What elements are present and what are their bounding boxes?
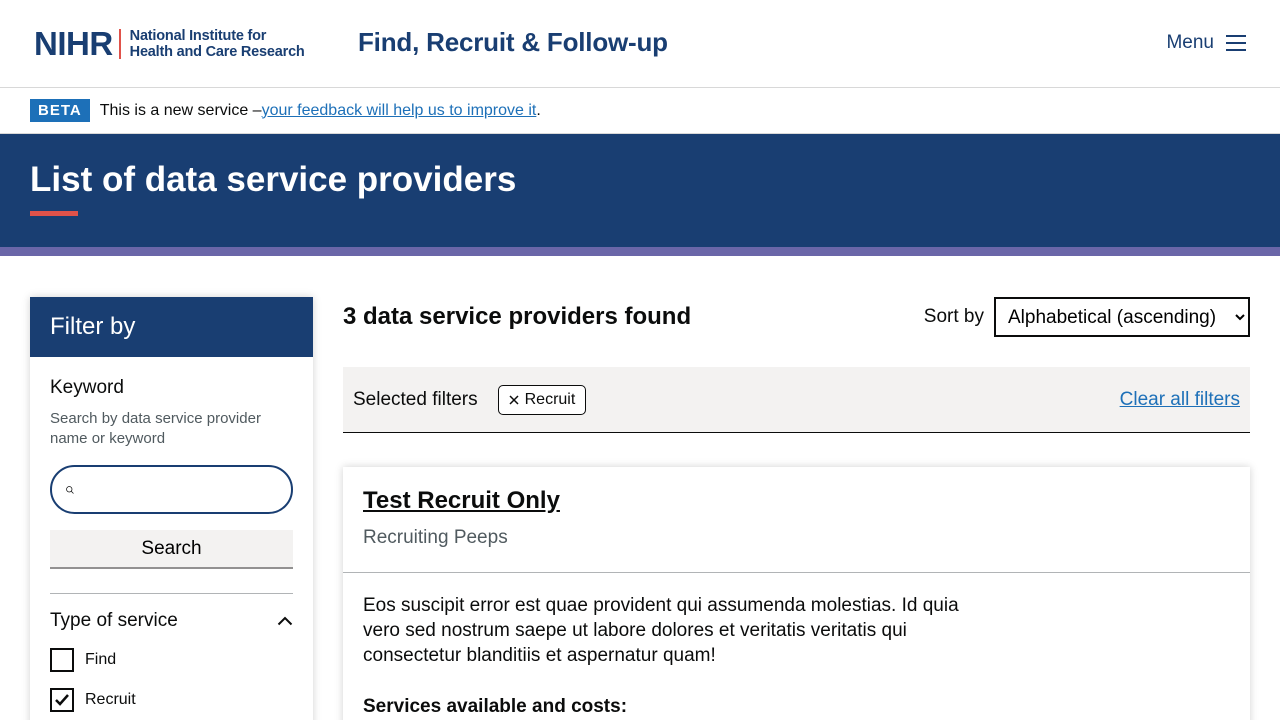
- logo-divider: [118, 29, 121, 59]
- sort-label: Sort by: [923, 306, 984, 327]
- close-icon: [509, 394, 519, 405]
- logo-mark: NIHR: [34, 25, 113, 62]
- keyword-input[interactable]: [84, 480, 291, 499]
- find-label: Find: [85, 651, 117, 668]
- page-hero: List of data service providers: [0, 134, 1280, 247]
- selected-filters-label: Selected filters: [353, 388, 478, 410]
- provider-title-link[interactable]: Test Recruit Only: [363, 487, 1230, 515]
- provider-description: Eos suscipit error est quae provident qu…: [363, 595, 959, 666]
- logo-line-2: Health and Care Research: [129, 44, 305, 60]
- find-checkbox[interactable]: [50, 648, 74, 672]
- provider-subtitle: Recruiting Peeps: [363, 527, 508, 548]
- option-recruit[interactable]: Recruit: [50, 688, 293, 712]
- menu-button[interactable]: Menu: [1166, 32, 1246, 54]
- keyword-search-box[interactable]: [50, 465, 293, 514]
- chevron-up-icon: [277, 616, 293, 626]
- menu-label: Menu: [1166, 32, 1214, 53]
- recruit-label: Recruit: [85, 691, 136, 708]
- hero-stripe: [0, 247, 1280, 256]
- clear-all-filters-link[interactable]: Clear all filters: [1120, 389, 1240, 411]
- service-name-link[interactable]: Find, Recruit & Follow-up: [358, 27, 668, 58]
- beta-tag: BETA: [30, 99, 90, 122]
- logo-line-1: National Institute for: [129, 28, 267, 44]
- beta-suffix: .: [536, 101, 541, 119]
- search-icon: [66, 485, 74, 494]
- keyword-hint: Search by data service provider name or …: [50, 410, 261, 447]
- checkmark-icon: [55, 694, 69, 706]
- card-body: Eos suscipit error est quae provident qu…: [343, 573, 1250, 720]
- beta-banner: BETA This is a new service – your feedba…: [0, 88, 1280, 134]
- provider-card: Test Recruit Only Recruiting Peeps Eos s…: [343, 467, 1250, 720]
- sort-select[interactable]: Alphabetical (ascending): [994, 297, 1250, 337]
- logo-text: National Institute for Health and Care R…: [130, 28, 305, 60]
- card-header: Test Recruit Only Recruiting Peeps: [343, 467, 1250, 573]
- recruit-checkbox[interactable]: [50, 688, 74, 712]
- beta-text: This is a new service –: [99, 101, 262, 119]
- selected-filters-bar: Selected filters Recruit Clear all filte…: [343, 367, 1250, 433]
- nihr-logo[interactable]: NIHR National Institute for Health and C…: [34, 25, 305, 62]
- type-of-service-label: Type of service: [50, 610, 178, 631]
- filter-panel: Filter by Keyword Search by data service…: [30, 297, 313, 720]
- title-underline: [30, 211, 78, 216]
- site-header: NIHR National Institute for Health and C…: [0, 0, 1280, 88]
- feedback-link[interactable]: your feedback will help us to improve it: [262, 102, 537, 120]
- type-of-service-toggle[interactable]: Type of service: [50, 610, 293, 632]
- results-count: 3 data service providers found: [343, 303, 692, 330]
- chip-label: Recruit: [524, 390, 576, 408]
- page-title: List of data service providers: [30, 160, 517, 199]
- section-divider: [50, 593, 293, 594]
- sort-control: Sort by Alphabetical (ascending): [924, 297, 1250, 337]
- search-button[interactable]: Search: [50, 530, 293, 569]
- filter-body: Keyword Search by data service provider …: [30, 357, 313, 720]
- filter-chip-recruit[interactable]: Recruit: [497, 384, 587, 415]
- hamburger-icon: [1226, 35, 1246, 51]
- services-heading: Services available and costs:: [363, 696, 628, 717]
- option-find[interactable]: Find: [50, 648, 293, 672]
- keyword-label: Keyword: [50, 377, 124, 398]
- filter-title: Filter by: [30, 297, 313, 357]
